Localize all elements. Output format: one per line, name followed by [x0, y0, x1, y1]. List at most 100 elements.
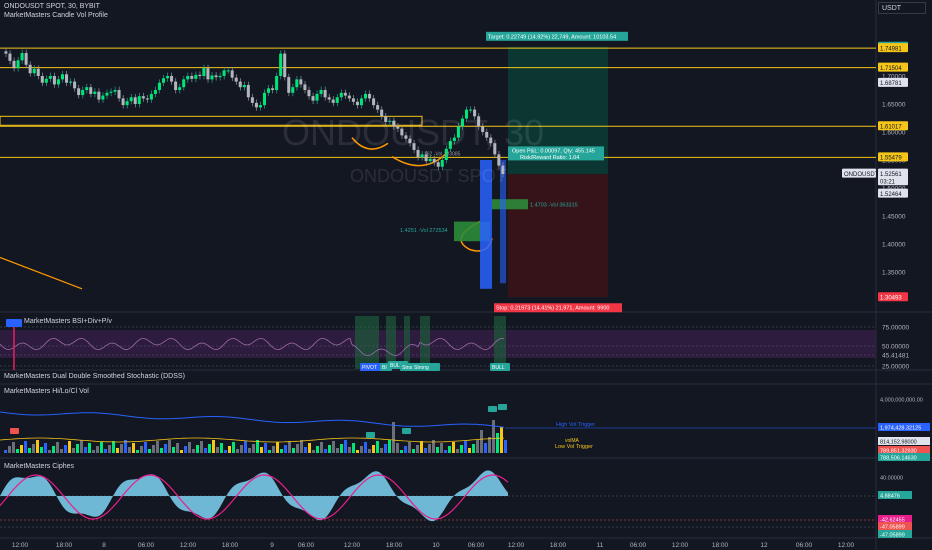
candle-body	[206, 68, 210, 80]
candle-body	[311, 96, 315, 101]
volume-bar	[52, 446, 55, 453]
price-tick-label: 1.65000	[882, 102, 906, 109]
rsi-tick-label: 45.41481	[882, 353, 909, 360]
volume-bar	[300, 440, 303, 453]
candle-body	[60, 74, 65, 80]
volume-bar	[412, 449, 415, 453]
candle-body	[432, 158, 436, 163]
candle-body	[81, 90, 85, 96]
candle-body	[299, 79, 303, 85]
volume-bar	[12, 442, 15, 453]
volume-bar	[28, 448, 31, 453]
volume-bar	[264, 443, 267, 453]
time-tick-label: 18:00	[386, 542, 403, 549]
candle-body	[246, 84, 250, 98]
volume-bar	[440, 443, 443, 453]
signal-highlight	[494, 316, 506, 369]
volume-bar	[288, 441, 291, 453]
vol-label: Low Vol Trigger	[555, 444, 593, 450]
volume-bar	[276, 442, 279, 453]
volume-bar	[460, 445, 463, 453]
vol-tick-label: 1,974,428.32125	[880, 426, 921, 432]
volume-bar	[452, 442, 455, 453]
volume-bar	[316, 446, 319, 453]
candle-body	[56, 79, 60, 85]
trading-chart[interactable]: 1.750001.700001.650001.600001.550001.500…	[0, 0, 932, 550]
volume-bar	[168, 440, 171, 453]
candle-body	[347, 95, 351, 99]
vol-signal-tag	[366, 432, 375, 438]
volume-bar	[320, 442, 323, 453]
vol-tick-label: 814,152.98000	[880, 440, 917, 446]
candle-body	[271, 88, 275, 90]
volume-bar	[268, 450, 271, 453]
volume-bar	[188, 442, 191, 453]
candle-body	[101, 95, 105, 100]
candle-body	[198, 74, 202, 76]
candle-body	[170, 76, 174, 82]
candle-body	[40, 76, 44, 83]
candle-body	[262, 92, 267, 106]
time-tick-label: 06:00	[630, 542, 647, 549]
cipher-tick-label: -47.05899	[880, 533, 905, 539]
volume-bar	[148, 449, 151, 453]
volume-bar	[76, 444, 79, 453]
rsi-pane-title[interactable]: MarketMasters BSI+Div+P/v	[24, 318, 112, 325]
time-tick-label: 8	[102, 542, 106, 549]
volume-bar	[308, 443, 311, 453]
currency-button[interactable]: USDT	[878, 2, 926, 14]
volume-bar	[184, 446, 187, 453]
volume-bar	[272, 446, 275, 453]
volume-profile-bar	[492, 199, 528, 210]
time-tick-label: 12:00	[838, 542, 855, 549]
candle-body	[355, 101, 359, 106]
price-axis-tag-text: 1.55479	[880, 156, 902, 162]
volume-bar	[456, 449, 459, 453]
volume-bar	[296, 444, 299, 453]
volume-bar	[192, 449, 195, 453]
vol-signal-tag	[402, 428, 411, 434]
volume-bar	[112, 441, 115, 453]
stoch-pane-title[interactable]: MarketMasters Dual Double Smoothed Stoch…	[4, 373, 185, 380]
candle-body	[335, 97, 339, 103]
candle-body	[210, 75, 214, 80]
volume-bar	[400, 450, 403, 453]
volume-bar	[428, 444, 431, 453]
volume-bar	[388, 440, 391, 453]
chart-title[interactable]: ONDOUSDT SPOT, 30, BYBIT	[4, 3, 100, 10]
volume-bar	[136, 450, 139, 453]
price-axis-tag-text: 1.61017	[880, 125, 902, 131]
rsi-signal-label: Strong	[414, 365, 429, 371]
candle-body	[267, 88, 271, 93]
price-axis-tag-text: 1.52464	[880, 192, 902, 198]
volume-bar	[420, 441, 423, 453]
vol-pane-title[interactable]: MarketMasters Hi/Lo/Cl Vol	[4, 388, 89, 395]
candle-body	[174, 81, 178, 90]
watermark-large: ONDOUSDT, 30	[282, 112, 545, 153]
indicator-name[interactable]: MarketMasters Candle Vol Profile	[4, 12, 108, 19]
candle-body	[109, 91, 113, 93]
volume-bar	[376, 441, 379, 453]
candle-body	[372, 98, 376, 106]
volume-bar	[348, 447, 351, 453]
candle-body	[287, 77, 291, 93]
candle-body	[65, 74, 69, 83]
volume-bar	[212, 440, 215, 453]
volume-bar	[488, 437, 491, 453]
volume-bar	[108, 445, 111, 453]
candle-body	[315, 93, 319, 101]
candle-body	[137, 96, 141, 104]
volume-bar	[208, 444, 211, 453]
volume-bar	[476, 440, 479, 453]
candle-body	[295, 79, 299, 88]
vol-tick-label: 788,506.14630	[880, 456, 917, 462]
volume-bar	[36, 440, 39, 453]
candle-body	[376, 105, 380, 110]
volume-bar	[100, 442, 103, 453]
price-tick-label: 1.35000	[882, 270, 906, 277]
candle-body	[85, 87, 89, 90]
candle-body	[117, 90, 121, 99]
volume-bar	[372, 445, 375, 453]
volume-bar	[244, 441, 247, 453]
cipher-pane-title[interactable]: MarketMasters Ciphes	[4, 463, 74, 470]
